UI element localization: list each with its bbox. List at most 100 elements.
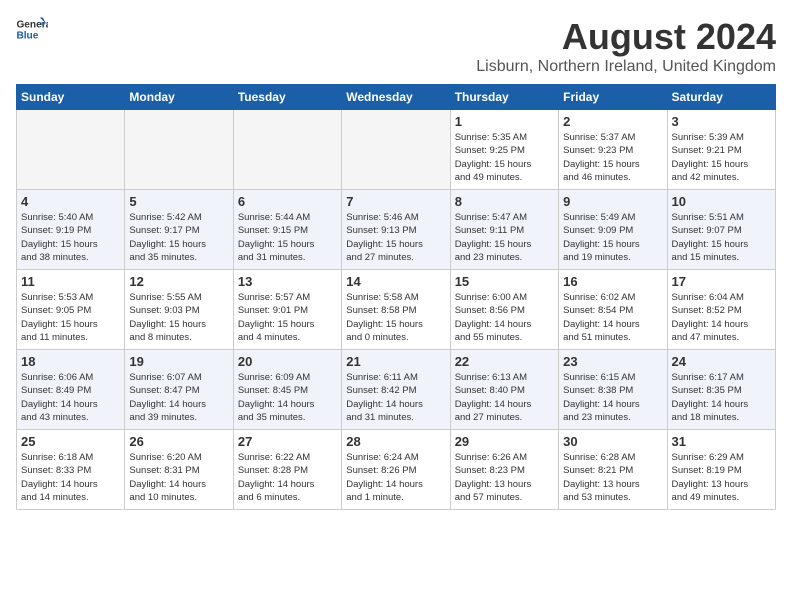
calendar-day: 5 Sunrise: 5:42 AM Sunset: 9:17 PM Daylig…	[125, 190, 233, 270]
calendar-day: 25 Sunrise: 6:18 AM Sunset: 8:33 PM Dayli…	[17, 430, 125, 510]
month-title: August 2024	[476, 16, 776, 58]
weekday-header-row: SundayMondayTuesdayWednesdayThursdayFrid…	[17, 85, 776, 110]
weekday-header-monday: Monday	[125, 85, 233, 110]
day-number: 4	[21, 194, 120, 209]
calendar-day	[125, 110, 233, 190]
calendar-week-3: 11 Sunrise: 5:53 AM Sunset: 9:05 PM Dayli…	[17, 270, 776, 350]
day-number: 14	[346, 274, 445, 289]
calendar-day: 23 Sunrise: 6:15 AM Sunset: 8:38 PM Dayli…	[559, 350, 667, 430]
calendar-day: 30Sunrise: 6:28 AM Sunset: 8:21 PM Dayli…	[559, 430, 667, 510]
day-info: Sunrise: 5:53 AM Sunset: 9:05 PM Dayligh…	[21, 291, 120, 344]
calendar-day: 1 Sunrise: 5:35 AM Sunset: 9:25 PM Daylig…	[450, 110, 558, 190]
calendar-day: 28Sunrise: 6:24 AM Sunset: 8:26 PM Dayli…	[342, 430, 450, 510]
day-number: 12	[129, 274, 228, 289]
weekday-header-wednesday: Wednesday	[342, 85, 450, 110]
calendar-week-5: 25 Sunrise: 6:18 AM Sunset: 8:33 PM Dayli…	[17, 430, 776, 510]
calendar-day: 20Sunrise: 6:09 AM Sunset: 8:45 PM Dayli…	[233, 350, 341, 430]
weekday-header-tuesday: Tuesday	[233, 85, 341, 110]
calendar-day: 16 Sunrise: 6:02 AM Sunset: 8:54 PM Dayli…	[559, 270, 667, 350]
calendar-day: 6 Sunrise: 5:44 AM Sunset: 9:15 PM Daylig…	[233, 190, 341, 270]
calendar-day: 27Sunrise: 6:22 AM Sunset: 8:28 PM Dayli…	[233, 430, 341, 510]
calendar-week-4: 18Sunrise: 6:06 AM Sunset: 8:49 PM Dayli…	[17, 350, 776, 430]
day-number: 17	[672, 274, 771, 289]
page-header: General Blue August 2024 Lisburn, Northe…	[16, 16, 776, 76]
calendar-day: 24 Sunrise: 6:17 AM Sunset: 8:35 PM Dayli…	[667, 350, 775, 430]
svg-text:Blue: Blue	[16, 31, 38, 42]
calendar-week-2: 4 Sunrise: 5:40 AM Sunset: 9:19 PM Daylig…	[17, 190, 776, 270]
day-number: 27	[238, 434, 337, 449]
logo: General Blue	[16, 16, 48, 44]
day-number: 11	[21, 274, 120, 289]
day-info: Sunrise: 5:40 AM Sunset: 9:19 PM Dayligh…	[21, 211, 120, 264]
calendar-day: 2Sunrise: 5:37 AM Sunset: 9:23 PM Daylig…	[559, 110, 667, 190]
calendar-day: 8Sunrise: 5:47 AM Sunset: 9:11 PM Daylig…	[450, 190, 558, 270]
location-subtitle: Lisburn, Northern Ireland, United Kingdo…	[476, 58, 776, 76]
logo-icon: General Blue	[16, 16, 48, 44]
day-number: 7	[346, 194, 445, 209]
day-info: Sunrise: 6:09 AM Sunset: 8:45 PM Dayligh…	[238, 371, 337, 424]
day-info: Sunrise: 5:42 AM Sunset: 9:17 PM Dayligh…	[129, 211, 228, 264]
day-info: Sunrise: 6:02 AM Sunset: 8:54 PM Dayligh…	[563, 291, 662, 344]
day-info: Sunrise: 6:07 AM Sunset: 8:47 PM Dayligh…	[129, 371, 228, 424]
day-info: Sunrise: 5:46 AM Sunset: 9:13 PM Dayligh…	[346, 211, 445, 264]
day-info: Sunrise: 5:55 AM Sunset: 9:03 PM Dayligh…	[129, 291, 228, 344]
day-number: 22	[455, 354, 554, 369]
day-number: 13	[238, 274, 337, 289]
day-info: Sunrise: 5:37 AM Sunset: 9:23 PM Dayligh…	[563, 131, 662, 184]
calendar-day	[342, 110, 450, 190]
calendar-day: 22 Sunrise: 6:13 AM Sunset: 8:40 PM Dayli…	[450, 350, 558, 430]
calendar-day: 13 Sunrise: 5:57 AM Sunset: 9:01 PM Dayli…	[233, 270, 341, 350]
day-info: Sunrise: 6:28 AM Sunset: 8:21 PM Dayligh…	[563, 451, 662, 504]
day-number: 28	[346, 434, 445, 449]
calendar-day: 31Sunrise: 6:29 AM Sunset: 8:19 PM Dayli…	[667, 430, 775, 510]
day-number: 24	[672, 354, 771, 369]
day-info: Sunrise: 5:39 AM Sunset: 9:21 PM Dayligh…	[672, 131, 771, 184]
calendar-day: 15Sunrise: 6:00 AM Sunset: 8:56 PM Dayli…	[450, 270, 558, 350]
calendar-day: 7 Sunrise: 5:46 AM Sunset: 9:13 PM Daylig…	[342, 190, 450, 270]
day-info: Sunrise: 6:18 AM Sunset: 8:33 PM Dayligh…	[21, 451, 120, 504]
calendar-day: 10 Sunrise: 5:51 AM Sunset: 9:07 PM Dayli…	[667, 190, 775, 270]
day-info: Sunrise: 6:15 AM Sunset: 8:38 PM Dayligh…	[563, 371, 662, 424]
day-info: Sunrise: 5:58 AM Sunset: 8:58 PM Dayligh…	[346, 291, 445, 344]
title-area: August 2024 Lisburn, Northern Ireland, U…	[476, 16, 776, 76]
calendar-table: SundayMondayTuesdayWednesdayThursdayFrid…	[16, 84, 776, 510]
calendar-day: 9 Sunrise: 5:49 AM Sunset: 9:09 PM Daylig…	[559, 190, 667, 270]
calendar-day: 18Sunrise: 6:06 AM Sunset: 8:49 PM Dayli…	[17, 350, 125, 430]
day-number: 25	[21, 434, 120, 449]
day-number: 1	[455, 114, 554, 129]
calendar-day: 21 Sunrise: 6:11 AM Sunset: 8:42 PM Dayli…	[342, 350, 450, 430]
day-number: 16	[563, 274, 662, 289]
day-info: Sunrise: 6:17 AM Sunset: 8:35 PM Dayligh…	[672, 371, 771, 424]
day-info: Sunrise: 6:06 AM Sunset: 8:49 PM Dayligh…	[21, 371, 120, 424]
day-info: Sunrise: 5:49 AM Sunset: 9:09 PM Dayligh…	[563, 211, 662, 264]
day-info: Sunrise: 5:51 AM Sunset: 9:07 PM Dayligh…	[672, 211, 771, 264]
day-info: Sunrise: 6:13 AM Sunset: 8:40 PM Dayligh…	[455, 371, 554, 424]
calendar-day: 19Sunrise: 6:07 AM Sunset: 8:47 PM Dayli…	[125, 350, 233, 430]
day-number: 6	[238, 194, 337, 209]
day-number: 21	[346, 354, 445, 369]
weekday-header-thursday: Thursday	[450, 85, 558, 110]
day-number: 26	[129, 434, 228, 449]
calendar-day: 11 Sunrise: 5:53 AM Sunset: 9:05 PM Dayli…	[17, 270, 125, 350]
day-number: 23	[563, 354, 662, 369]
calendar-day: 17 Sunrise: 6:04 AM Sunset: 8:52 PM Dayli…	[667, 270, 775, 350]
day-number: 29	[455, 434, 554, 449]
day-info: Sunrise: 5:44 AM Sunset: 9:15 PM Dayligh…	[238, 211, 337, 264]
day-info: Sunrise: 6:04 AM Sunset: 8:52 PM Dayligh…	[672, 291, 771, 344]
day-number: 31	[672, 434, 771, 449]
day-info: Sunrise: 6:26 AM Sunset: 8:23 PM Dayligh…	[455, 451, 554, 504]
calendar-day: 14 Sunrise: 5:58 AM Sunset: 8:58 PM Dayli…	[342, 270, 450, 350]
day-number: 9	[563, 194, 662, 209]
day-number: 10	[672, 194, 771, 209]
day-number: 5	[129, 194, 228, 209]
calendar-day: 3Sunrise: 5:39 AM Sunset: 9:21 PM Daylig…	[667, 110, 775, 190]
day-info: Sunrise: 5:57 AM Sunset: 9:01 PM Dayligh…	[238, 291, 337, 344]
day-info: Sunrise: 6:11 AM Sunset: 8:42 PM Dayligh…	[346, 371, 445, 424]
day-info: Sunrise: 5:35 AM Sunset: 9:25 PM Dayligh…	[455, 131, 554, 184]
day-number: 8	[455, 194, 554, 209]
calendar-day	[17, 110, 125, 190]
weekday-header-saturday: Saturday	[667, 85, 775, 110]
calendar-day	[233, 110, 341, 190]
calendar-day: 29 Sunrise: 6:26 AM Sunset: 8:23 PM Dayli…	[450, 430, 558, 510]
calendar-week-1: 1 Sunrise: 5:35 AM Sunset: 9:25 PM Daylig…	[17, 110, 776, 190]
